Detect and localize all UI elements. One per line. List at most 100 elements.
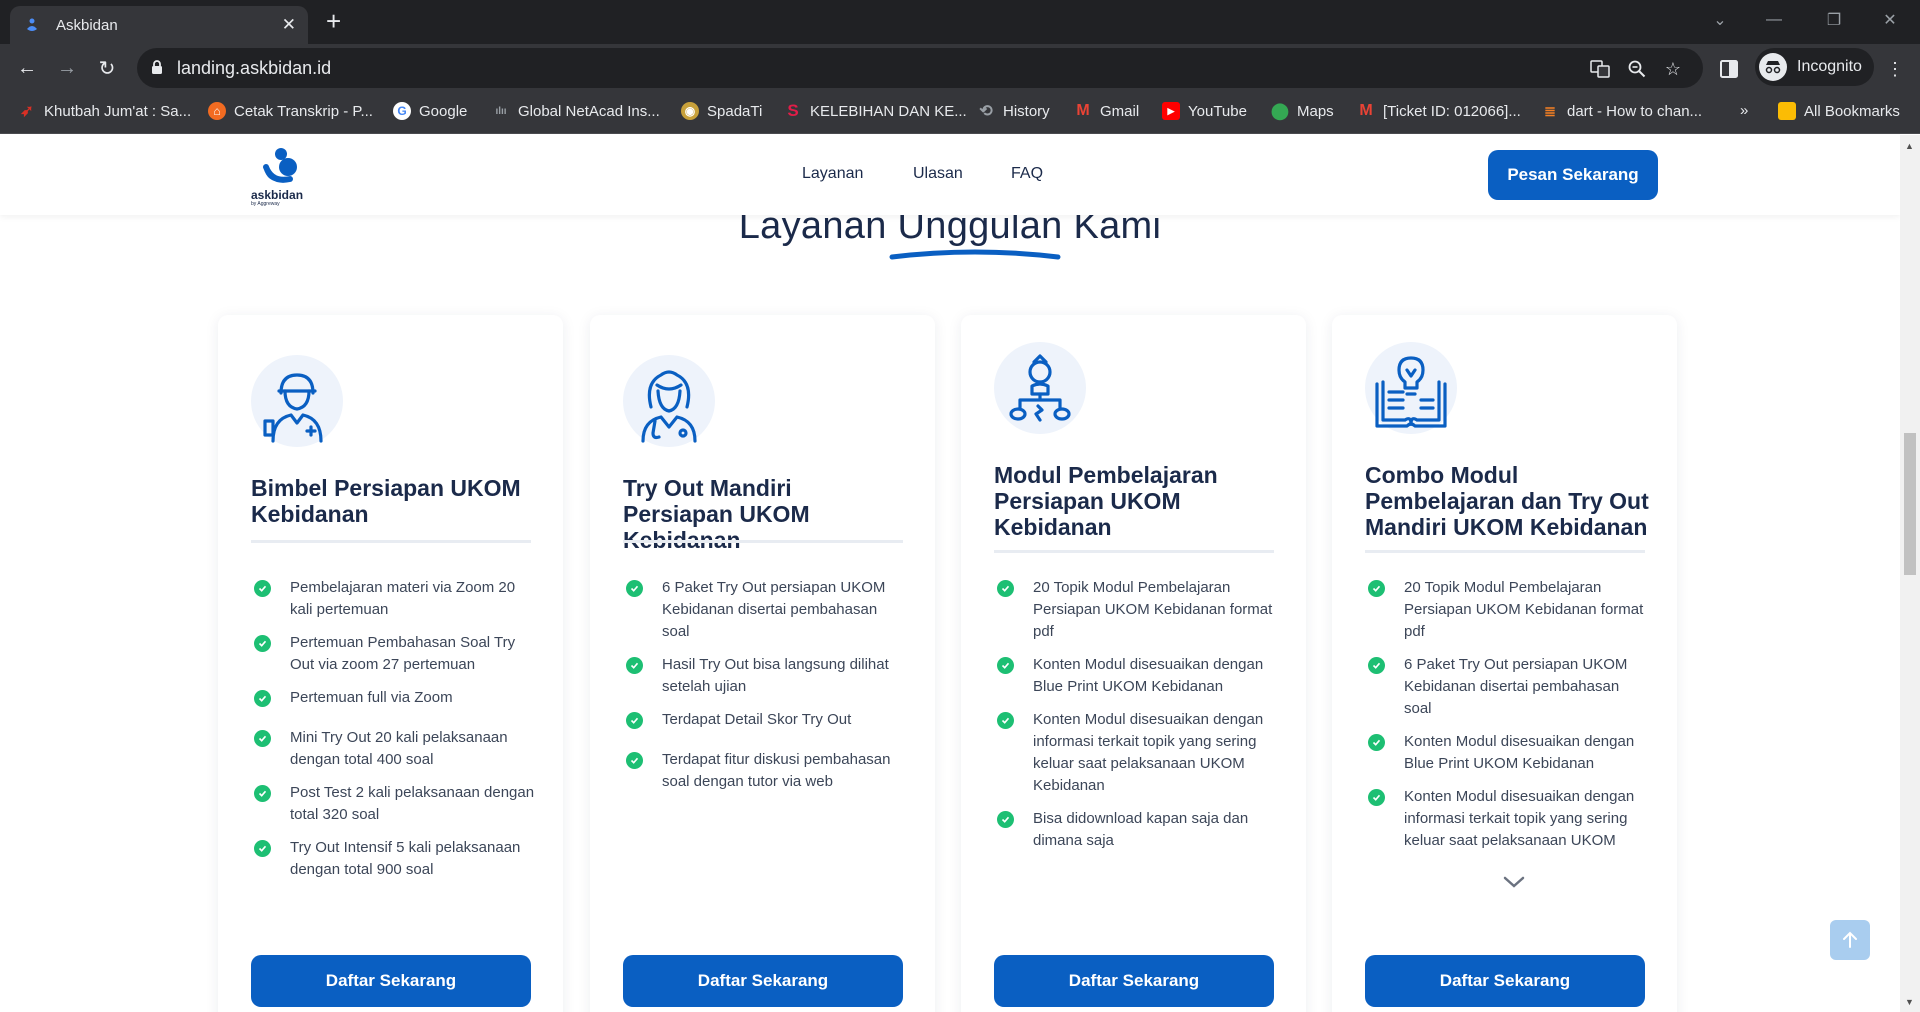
service-card: Modul Pembelajaran Persiapan UKOM Kebida… (961, 315, 1306, 1012)
feature-item: Konten Modul disesuaikan dengan informas… (994, 709, 1279, 797)
check-icon (254, 785, 271, 802)
scrollbar-thumb[interactable] (1904, 433, 1916, 575)
feature-item: Bisa didownload kapan saja dan dimana sa… (994, 808, 1279, 852)
bookmarks-bar: ➶ Khutbah Jum'at : Sa... ⌂ Cetak Transkrip… (0, 92, 1920, 134)
site-header: askbidan by Aggreway Layanan Ulasan FAQ … (0, 135, 1900, 215)
folder-icon (1778, 102, 1796, 120)
check-icon (626, 580, 643, 597)
logo-text: askbidan (251, 188, 304, 202)
feature-item: Konten Modul disesuaikan dengan informas… (1365, 786, 1650, 852)
check-icon (254, 580, 271, 597)
card-divider (623, 540, 903, 543)
feature-item: Terdapat fitur diskusi pembahasan soal d… (623, 749, 908, 793)
all-bookmarks[interactable]: All Bookmarks (1778, 102, 1900, 120)
bookmark-item[interactable]: ⬤ Maps (1271, 102, 1334, 121)
minimize-icon[interactable]: — (1754, 0, 1794, 40)
zoom-icon[interactable] (1626, 58, 1648, 80)
back-icon[interactable]: ← (13, 54, 41, 82)
feature-item: Pertemuan full via Zoom (251, 687, 536, 709)
doctor-woman-icon (623, 355, 715, 447)
logo-sub: by Aggreway (251, 201, 280, 207)
check-icon (626, 657, 643, 674)
reload-icon[interactable]: ↻ (93, 54, 121, 82)
feature-item: Konten Modul disesuaikan dengan Blue Pri… (994, 654, 1279, 698)
card-title: Bimbel Persiapan UKOM Kebidanan (251, 475, 521, 527)
daftar-sekarang-button[interactable]: Daftar Sekarang (623, 955, 903, 1007)
service-card: Try Out Mandiri Persiapan UKOM Kebidanan… (590, 315, 935, 1012)
bookmark-item[interactable]: ▶ YouTube (1162, 102, 1247, 120)
page-scrollbar[interactable]: ▲ ▼ (1900, 135, 1920, 1012)
bookmark-item[interactable]: M Gmail (1074, 102, 1139, 120)
menu-icon[interactable]: ⋮ (1884, 58, 1906, 80)
feature-item: Post Test 2 kali pelaksanaan dengan tota… (251, 782, 536, 826)
more-bookmarks-icon[interactable]: » (1740, 102, 1748, 119)
feature-list: Pembelajaran materi via Zoom 20 kali per… (251, 577, 536, 892)
scroll-up-icon[interactable]: ▲ (1905, 141, 1914, 151)
check-icon (254, 730, 271, 747)
feature-list: 20 Topik Modul Pembelajaran Persiapan UK… (1365, 577, 1650, 863)
daftar-sekarang-button[interactable]: Daftar Sekarang (994, 955, 1274, 1007)
cisco-icon: ılıı (495, 105, 507, 117)
book-idea-icon (1365, 342, 1457, 434)
askbidan-favicon-icon (24, 17, 40, 33)
incognito-indicator[interactable]: Incognito (1755, 48, 1874, 86)
feature-list: 20 Topik Modul Pembelajaran Persiapan UK… (994, 577, 1279, 863)
stackoverflow-icon: ≣ (1544, 102, 1556, 119)
profile-label: Incognito (1797, 58, 1862, 75)
scroll-down-icon[interactable]: ▼ (1905, 997, 1914, 1007)
feature-item: 20 Topik Modul Pembelajaran Persiapan UK… (994, 577, 1279, 643)
s-icon: S (787, 101, 799, 120)
card-title: Combo Modul Pembelajaran dan Try Out Man… (1365, 462, 1649, 540)
youtube-icon: ▶ (1162, 102, 1180, 120)
title-underline (889, 249, 1061, 260)
gmail-icon: M (1076, 102, 1090, 119)
browser-toolbar: ← → ↻ landing.askbidan.id ☆ Incognito ⋮ (0, 44, 1920, 92)
incognito-icon (1759, 53, 1787, 81)
nurse-icon (251, 355, 343, 447)
side-panel-icon[interactable] (1718, 58, 1740, 80)
card-divider (1365, 550, 1645, 553)
google-icon: G (393, 102, 411, 120)
bookmark-item[interactable]: G Google (393, 102, 467, 120)
chevron-down-icon[interactable] (1502, 875, 1526, 889)
restore-icon[interactable]: ❐ (1814, 0, 1854, 40)
feature-item: Terdapat Detail Skor Try Out (623, 709, 908, 731)
bookmark-item[interactable]: ılıı Global NetAcad Ins... (492, 102, 659, 120)
nav-faq[interactable]: FAQ (1011, 165, 1043, 183)
bookmark-item[interactable]: ≣ dart - How to chan... (1541, 102, 1702, 120)
bookmark-item[interactable]: ➶ Khutbah Jum'at : Sa... (18, 102, 191, 121)
pesan-sekarang-button[interactable]: Pesan Sekarang (1488, 150, 1658, 200)
bookmark-item[interactable]: ⌂ Cetak Transkrip - P... (208, 102, 373, 120)
nav-ulasan[interactable]: Ulasan (913, 165, 963, 183)
daftar-sekarang-button[interactable]: Daftar Sekarang (251, 955, 531, 1007)
feature-item: Pembelajaran materi via Zoom 20 kali per… (251, 577, 536, 621)
translate-icon[interactable] (1589, 58, 1611, 80)
browser-tab[interactable]: Askbidan ✕ (10, 6, 308, 44)
check-icon (1368, 734, 1385, 751)
daftar-sekarang-button[interactable]: Daftar Sekarang (1365, 955, 1645, 1007)
page-viewport: Layanan Unggulan Kami askbidan by Aggrew… (0, 135, 1900, 1012)
orange-shield-icon: ⌂ (208, 102, 226, 120)
browser-tabbar: Askbidan ✕ + ⌄ — ❐ ✕ (0, 0, 1920, 44)
check-icon (254, 635, 271, 652)
check-icon (626, 752, 643, 769)
bookmark-star-icon[interactable]: ☆ (1662, 58, 1684, 80)
check-icon (997, 657, 1014, 674)
scroll-to-top-button[interactable] (1830, 920, 1870, 960)
maps-icon: ⬤ (1271, 103, 1289, 120)
bookmark-item[interactable]: ⟲ History (977, 102, 1049, 121)
forward-icon[interactable]: → (53, 54, 81, 82)
nav-layanan[interactable]: Layanan (802, 165, 863, 183)
check-icon (997, 811, 1014, 828)
bookmark-item[interactable]: M [Ticket ID: 012066]... (1357, 102, 1521, 120)
close-tab-icon[interactable]: ✕ (282, 15, 296, 35)
close-window-icon[interactable]: ✕ (1870, 0, 1910, 40)
bookmark-item[interactable]: S KELEBIHAN DAN KE... (784, 101, 966, 120)
bookmark-item[interactable]: ◉ SpadaTi (681, 102, 762, 120)
new-tab-icon[interactable]: + (326, 7, 341, 35)
tab-search-icon[interactable]: ⌄ (1700, 0, 1740, 40)
tab-title: Askbidan (56, 16, 118, 34)
feature-item: Try Out Intensif 5 kali pelaksanaan deng… (251, 837, 536, 881)
address-bar[interactable]: landing.askbidan.id ☆ (137, 48, 1703, 88)
check-icon (997, 580, 1014, 597)
